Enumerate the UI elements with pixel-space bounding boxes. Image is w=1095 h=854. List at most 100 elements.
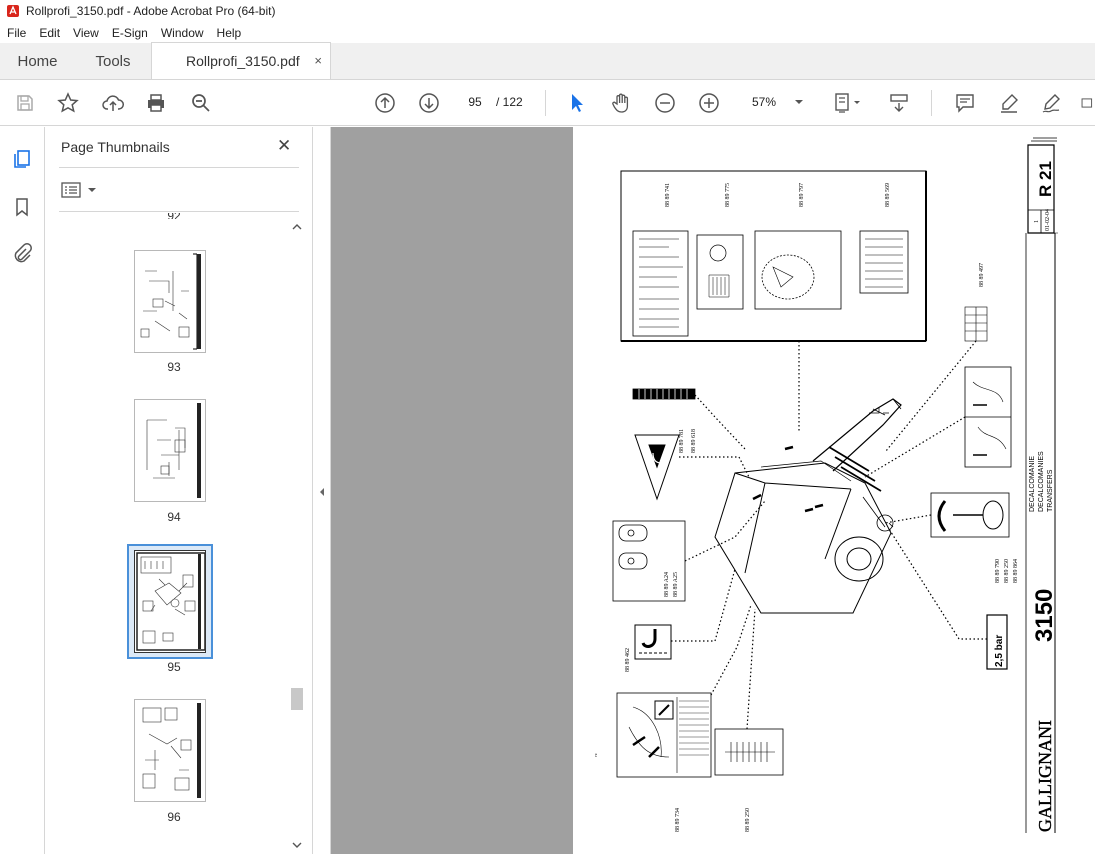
comment-icon[interactable] bbox=[952, 90, 978, 116]
zoom-out-icon[interactable] bbox=[652, 90, 678, 116]
decal-stack-right bbox=[964, 366, 1012, 468]
decal-pin bbox=[930, 492, 1010, 538]
thumbnail-label: 94 bbox=[167, 510, 181, 524]
page-number-input[interactable] bbox=[460, 91, 490, 113]
thumbnails-panel: Page Thumbnails ✕ 92 93 94 95 96 bbox=[45, 127, 313, 854]
machine-drawing bbox=[714, 398, 902, 614]
thumbnail-page[interactable] bbox=[134, 399, 206, 502]
header-code: R 21 bbox=[1036, 161, 1055, 197]
thumbnail-page[interactable] bbox=[134, 550, 206, 653]
page-thumbnails-icon[interactable] bbox=[10, 147, 34, 171]
pdf-page: R 21 1 01-02-04 DECALCOMANIE DECALCOMANI… bbox=[573, 127, 1095, 854]
page-display-icon[interactable] bbox=[832, 90, 866, 116]
leader-lines bbox=[671, 340, 987, 730]
thumbnail-scrollbar[interactable] bbox=[290, 218, 304, 854]
svg-text:88 89 864: 88 89 864 bbox=[1013, 559, 1019, 583]
page-total: / 122 bbox=[496, 95, 523, 109]
prev-page-icon[interactable] bbox=[372, 90, 398, 116]
thumbnail-label: 93 bbox=[167, 360, 181, 374]
panel-divider bbox=[59, 167, 299, 168]
scrollbar-thumb[interactable] bbox=[291, 688, 303, 710]
upload-cloud-icon[interactable] bbox=[100, 90, 126, 116]
menu-bar: File Edit View E-Sign Window Help bbox=[0, 22, 1095, 43]
star-icon[interactable] bbox=[55, 90, 81, 116]
header-sub1: 1 bbox=[1034, 220, 1040, 223]
list-options-icon bbox=[61, 182, 81, 198]
svg-text:88 89 497: 88 89 497 bbox=[979, 263, 985, 287]
pressure-label: 2,5 bar bbox=[994, 635, 1005, 667]
svg-text:88 89 734: 88 89 734 bbox=[675, 808, 681, 832]
svg-text:88 89 790: 88 89 790 bbox=[995, 559, 1001, 583]
zoom-value: 57% bbox=[752, 95, 777, 109]
thumbnail-page[interactable] bbox=[134, 250, 206, 353]
thumbnail-label: 96 bbox=[167, 810, 181, 824]
select-cursor-icon[interactable] bbox=[564, 90, 590, 116]
header-sub2: 01-02-04 bbox=[1045, 209, 1051, 231]
panel-close-icon[interactable]: ✕ bbox=[277, 136, 291, 156]
toolbar-divider bbox=[545, 90, 546, 116]
brand-logo: GALLIGNANI bbox=[1035, 720, 1055, 832]
collapse-arrow-icon[interactable] bbox=[318, 487, 326, 497]
attachment-icon[interactable] bbox=[10, 241, 34, 265]
chevron-down-icon bbox=[88, 188, 96, 192]
decal-tread bbox=[632, 388, 696, 400]
main-toolbar: / 122 57% bbox=[0, 80, 1095, 126]
left-rail bbox=[0, 127, 45, 854]
svg-text:88 89 250: 88 89 250 bbox=[1004, 559, 1010, 583]
menu-edit[interactable]: Edit bbox=[32, 26, 66, 40]
zoom-select[interactable]: 57% bbox=[742, 91, 808, 113]
part-numbers-left: 88 89 781 88 89 618 88 89 A24 88 89 A25 … bbox=[625, 429, 751, 832]
document-viewer[interactable]: R 21 1 01-02-04 DECALCOMANIE DECALCOMANI… bbox=[331, 127, 1095, 854]
more-tools-icon[interactable] bbox=[1080, 90, 1095, 116]
menu-view[interactable]: View bbox=[66, 26, 105, 40]
tab-close-icon[interactable]: × bbox=[314, 53, 322, 68]
decal-bottom-photo bbox=[616, 692, 712, 778]
svg-text:88 89 250: 88 89 250 bbox=[745, 808, 751, 832]
sign-pen-icon[interactable] bbox=[1038, 90, 1064, 116]
decal-small-right bbox=[964, 306, 988, 342]
tab-document[interactable]: Rollprofi_3150.pdf × bbox=[151, 42, 331, 79]
scroll-down-icon[interactable] bbox=[290, 840, 304, 850]
tab-home[interactable]: Home bbox=[0, 43, 75, 79]
menu-help[interactable]: Help bbox=[210, 26, 248, 40]
section-title-2: DECALCOMANIES bbox=[1038, 451, 1045, 512]
menu-window[interactable]: Window bbox=[154, 26, 210, 40]
next-page-icon[interactable] bbox=[416, 90, 442, 116]
thumbnail-page[interactable] bbox=[134, 699, 206, 802]
decal-spring bbox=[714, 728, 784, 776]
toolbar-divider bbox=[931, 90, 932, 116]
save-icon[interactable] bbox=[12, 90, 38, 116]
zoom-in-icon[interactable] bbox=[696, 90, 722, 116]
highlight-pen-icon[interactable] bbox=[996, 90, 1022, 116]
thumbnail-options-button[interactable] bbox=[61, 180, 101, 200]
svg-text:88 89 797: 88 89 797 bbox=[799, 183, 805, 207]
page-drawing: R 21 1 01-02-04 DECALCOMANIE DECALCOMANI… bbox=[594, 137, 1058, 833]
svg-text:88 89 741: 88 89 741 bbox=[665, 183, 671, 207]
menu-esign[interactable]: E-Sign bbox=[105, 26, 154, 40]
svg-text:88 89 781: 88 89 781 bbox=[679, 429, 685, 453]
section-title-1: DECALCOMANIE bbox=[1029, 456, 1036, 512]
menu-file[interactable]: File bbox=[0, 26, 32, 40]
tab-bar: Home Tools Rollprofi_3150.pdf × bbox=[0, 42, 1095, 80]
small-page-mark: FR bbox=[594, 753, 598, 757]
panel-title: Page Thumbnails bbox=[61, 139, 170, 155]
panel-collapse-splitter[interactable] bbox=[313, 127, 331, 854]
svg-text:88 89 A24: 88 89 A24 bbox=[664, 572, 670, 597]
scroll-up-icon[interactable] bbox=[290, 222, 304, 232]
part-numbers-right: 88 89 790 88 89 250 88 89 864 bbox=[995, 559, 1019, 583]
svg-text:88 89 569: 88 89 569 bbox=[885, 183, 891, 207]
decal-warning bbox=[634, 434, 680, 501]
tab-tools[interactable]: Tools bbox=[75, 43, 151, 79]
print-icon[interactable] bbox=[143, 90, 169, 116]
acrobat-icon bbox=[7, 5, 19, 17]
hand-tool-icon[interactable] bbox=[608, 90, 634, 116]
scroll-mode-icon[interactable] bbox=[886, 90, 912, 116]
title-bar: Rollprofi_3150.pdf - Adobe Acrobat Pro (… bbox=[0, 0, 1095, 22]
svg-text:88 89 775: 88 89 775 bbox=[725, 183, 731, 207]
tab-document-label: Rollprofi_3150.pdf bbox=[186, 53, 300, 69]
zoom-search-icon[interactable] bbox=[188, 90, 214, 116]
section-title-3: TRANSFERS bbox=[1047, 469, 1054, 512]
thumbnail-label: 95 bbox=[167, 660, 181, 674]
svg-text:88 89 462: 88 89 462 bbox=[625, 648, 631, 672]
bookmark-icon[interactable] bbox=[10, 195, 34, 219]
